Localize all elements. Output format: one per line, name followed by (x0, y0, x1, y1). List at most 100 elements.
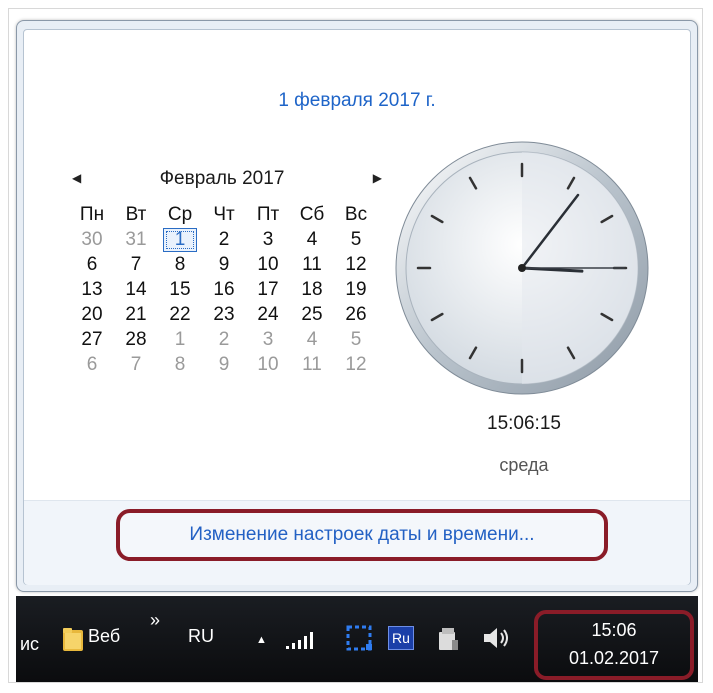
calendar-day[interactable]: 11 (290, 352, 334, 377)
calendar-day[interactable]: 11 (290, 252, 334, 277)
day-number: 9 (218, 354, 230, 375)
calendar-day[interactable]: 28 (114, 327, 158, 352)
tray-clock-time: 15:06 (591, 620, 637, 640)
calendar-day[interactable]: 4 (290, 327, 334, 352)
calendar-day[interactable]: 5 (334, 227, 378, 252)
day-number: 13 (81, 279, 103, 300)
calendar-day[interactable]: 7 (114, 352, 158, 377)
calendar-day[interactable]: 18 (290, 277, 334, 302)
calendar-day[interactable]: 10 (246, 252, 290, 277)
day-number: 19 (345, 279, 367, 300)
calendar-nav: ◀ Февраль 2017 ▶ (70, 166, 382, 196)
calendar-day[interactable]: 9 (202, 252, 246, 277)
day-number: 18 (301, 279, 323, 300)
day-number: 3 (262, 229, 274, 250)
day-number: 6 (86, 354, 98, 375)
calendar-day[interactable]: 19 (334, 277, 378, 302)
calendar-day[interactable]: 14 (114, 277, 158, 302)
calendar-day[interactable]: 9 (202, 352, 246, 377)
day-number: 11 (302, 254, 322, 275)
calendar-day[interactable]: 7 (114, 252, 158, 277)
weekday-header: Вт (125, 204, 147, 225)
network-signal-icon[interactable] (286, 632, 318, 650)
calendar-day[interactable]: 8 (158, 252, 202, 277)
show-hidden-icons-icon[interactable]: ▲ (256, 634, 267, 646)
calendar-day[interactable]: 23 (202, 302, 246, 327)
calendar-day[interactable]: 2 (202, 327, 246, 352)
ime-badge[interactable]: Ru (388, 626, 414, 650)
calendar-day[interactable]: 10 (246, 352, 290, 377)
calendar-day[interactable]: 22 (158, 302, 202, 327)
day-number: 9 (218, 254, 230, 275)
day-number: 5 (350, 329, 362, 350)
day-number: 7 (130, 354, 142, 375)
day-number: 28 (125, 329, 147, 350)
day-number: 8 (174, 354, 186, 375)
calendar-day[interactable]: 8 (158, 352, 202, 377)
weekday-header: Ср (167, 204, 193, 225)
calendar-day[interactable]: 5 (334, 327, 378, 352)
day-number: 2 (218, 329, 230, 350)
speaker-volume-icon[interactable] (482, 626, 512, 650)
calendar-day[interactable]: 31 (114, 227, 158, 252)
calendar-day[interactable]: 6 (70, 352, 114, 377)
calendar-day[interactable]: 27 (70, 327, 114, 352)
calendar-day-today[interactable]: 1 (158, 227, 202, 252)
calendar-day[interactable]: 17 (246, 277, 290, 302)
date-time-flyout: 1 февраля 2017 г. ◀ Февраль 2017 ▶ Пн Вт С… (16, 20, 698, 592)
day-number: 2 (218, 229, 230, 250)
calendar-day[interactable]: 21 (114, 302, 158, 327)
day-number: 25 (301, 304, 323, 325)
taskbar-partial-item[interactable]: ис (20, 634, 39, 655)
removable-device-icon[interactable] (436, 626, 460, 652)
weekday-header: Пн (79, 204, 105, 225)
calendar-day[interactable]: 30 (70, 227, 114, 252)
calendar-day[interactable]: 3 (246, 327, 290, 352)
taskbar-folder-label[interactable]: Веб (88, 626, 120, 647)
calendar-day[interactable]: 6 (70, 252, 114, 277)
day-number: 4 (306, 329, 318, 350)
calendar-day[interactable]: 16 (202, 277, 246, 302)
day-number: 21 (125, 304, 147, 325)
calendar-day[interactable]: 12 (334, 252, 378, 277)
day-number: 23 (213, 304, 235, 325)
calendar-day[interactable]: 20 (70, 302, 114, 327)
chevron-overflow-icon[interactable]: » (150, 610, 160, 631)
month-title[interactable]: Февраль 2017 (70, 168, 374, 190)
calendar-day[interactable]: 12 (334, 352, 378, 377)
day-number: 22 (169, 304, 191, 325)
calendar-day[interactable]: 1 (158, 327, 202, 352)
language-indicator[interactable]: RU (188, 626, 214, 647)
calendar-day[interactable]: 25 (290, 302, 334, 327)
snipping-tool-icon[interactable] (346, 624, 374, 652)
calendar-day[interactable]: 13 (70, 277, 114, 302)
calendar-day[interactable]: 26 (334, 302, 378, 327)
day-number: 14 (125, 279, 147, 300)
folder-icon[interactable] (62, 626, 84, 652)
day-number: 27 (81, 329, 103, 350)
analog-clock (395, 141, 649, 395)
day-number: 1 (163, 228, 197, 252)
calendar-day[interactable]: 3 (246, 227, 290, 252)
day-number: 4 (306, 229, 318, 250)
day-number: 10 (257, 254, 279, 275)
day-number: 8 (174, 254, 186, 275)
day-number: 30 (81, 229, 103, 250)
long-date-link[interactable]: 1 февраля 2017 г. (24, 90, 690, 112)
calendar-day[interactable]: 15 (158, 277, 202, 302)
tray-clock[interactable]: 15:06 01.02.2017 (534, 610, 694, 680)
weekday-header: Чт (213, 204, 235, 225)
calendar-day[interactable]: 24 (246, 302, 290, 327)
day-number: 10 (257, 354, 279, 375)
calendar-day[interactable]: 2 (202, 227, 246, 252)
change-date-time-settings-link[interactable]: Изменение настроек даты и времени... (189, 524, 534, 546)
day-number: 11 (302, 354, 322, 375)
calendar-day[interactable]: 4 (290, 227, 334, 252)
clock-weekday: среда (499, 455, 549, 475)
calendar: ◀ Февраль 2017 ▶ Пн Вт Ср Чт Пт Сб Вс 30 31 1 2 3 4 5… (70, 166, 382, 377)
triangle-right-icon[interactable]: ▶ (373, 171, 382, 185)
clock-time: 15:06:15 (487, 413, 561, 434)
day-number: 20 (81, 304, 103, 325)
day-number: 3 (262, 329, 274, 350)
taskbar: ис Веб » RU ▲ Ru 15:06 01.02.2017 (16, 596, 698, 682)
